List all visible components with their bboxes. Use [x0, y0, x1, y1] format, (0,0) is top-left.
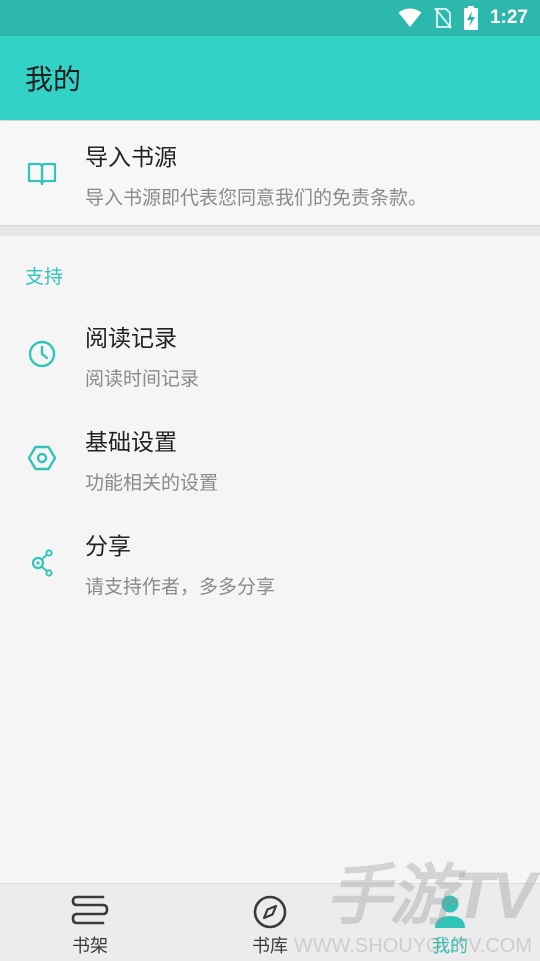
page-title: 我的 — [25, 63, 82, 96]
bookshelf-icon — [71, 895, 109, 925]
basic-settings-item[interactable]: 基础设置 功能相关的设置 — [0, 412, 540, 516]
status-time: 1:27 — [489, 7, 528, 28]
nav-item-mine[interactable]: 我的 — [390, 884, 510, 961]
nav-item-bookshelf[interactable]: 书架 — [30, 884, 150, 961]
bottom-navigation: 书架 书库 我的 — [0, 883, 540, 961]
nav-label-library: 书库 — [252, 936, 288, 957]
person-icon — [435, 895, 465, 928]
share-subtitle: 请支持作者，多多分享 — [85, 576, 276, 598]
reading-history-title: 阅读记录 — [85, 326, 177, 352]
share-item[interactable]: 分享 请支持作者，多多分享 — [0, 516, 540, 620]
book-open-icon — [27, 162, 57, 186]
basic-settings-subtitle: 功能相关的设置 — [85, 472, 219, 494]
compass-icon — [253, 895, 287, 929]
basic-settings-title: 基础设置 — [85, 430, 177, 456]
share-title: 分享 — [85, 534, 131, 560]
import-source-item[interactable]: 导入书源 导入书源即代表您同意我们的免责条款。 — [0, 121, 540, 226]
reading-history-item[interactable]: 阅读记录 阅读时间记录 — [0, 308, 540, 412]
nav-label-bookshelf: 书架 — [72, 936, 108, 957]
share-icon — [31, 549, 53, 577]
import-source-title: 导入书源 — [85, 145, 177, 171]
battery-charging-icon — [463, 6, 478, 30]
wifi-icon — [398, 8, 422, 27]
section-header-support: 支持 — [25, 266, 64, 288]
import-source-subtitle: 导入书源即代表您同意我们的免责条款。 — [85, 187, 428, 209]
no-sim-icon — [434, 7, 452, 29]
clock-icon — [28, 340, 56, 368]
hexagon-settings-icon — [27, 445, 57, 471]
section-divider — [0, 226, 540, 236]
nav-label-mine: 我的 — [432, 936, 468, 957]
status-bar: 1:27 — [0, 0, 540, 36]
reading-history-subtitle: 阅读时间记录 — [85, 368, 200, 390]
nav-item-library[interactable]: 书库 — [210, 884, 330, 961]
app-bar: 我的 — [0, 36, 540, 120]
